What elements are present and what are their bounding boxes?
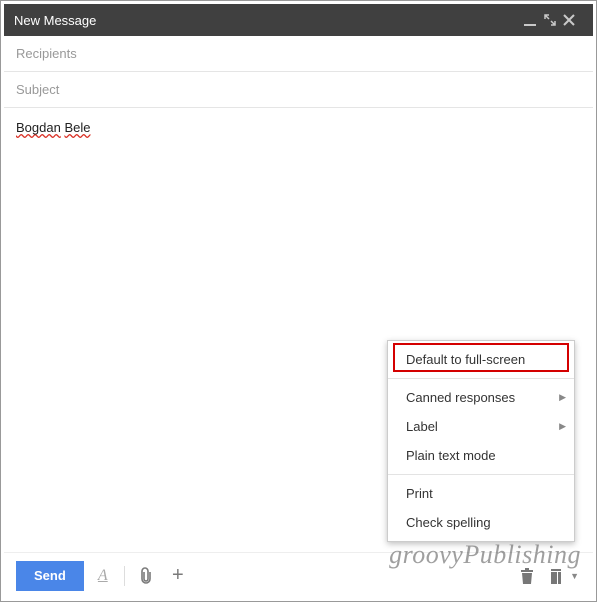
menu-label: Label <box>406 419 556 434</box>
formatting-icon[interactable]: A <box>90 562 116 590</box>
menu-print[interactable]: Print <box>388 479 574 508</box>
insert-icon[interactable]: + <box>165 562 191 590</box>
menu-label-item[interactable]: Label ▶ <box>388 412 574 441</box>
recipients-placeholder: Recipients <box>16 46 77 61</box>
menu-separator <box>388 474 574 475</box>
body-word-1: Bogdan <box>16 120 61 135</box>
menu-default-fullscreen[interactable]: Default to full-screen <box>388 345 574 374</box>
toolbar-separator <box>124 566 125 586</box>
menu-label: Canned responses <box>406 390 556 405</box>
close-icon[interactable] <box>563 14 583 26</box>
compose-frame: New Message Recipients Subject <box>0 0 597 602</box>
more-options-icon[interactable] <box>546 562 566 590</box>
menu-separator <box>388 378 574 379</box>
subject-field[interactable]: Subject <box>4 72 593 108</box>
window-title: New Message <box>14 13 523 28</box>
menu-label: Print <box>406 486 556 501</box>
compose-window: New Message Recipients Subject <box>4 4 593 598</box>
compose-toolbar: Send A + <box>4 552 593 598</box>
menu-label: Plain text mode <box>406 448 556 463</box>
trash-icon[interactable] <box>514 562 540 590</box>
titlebar: New Message <box>4 4 593 36</box>
more-caret-icon[interactable]: ▼ <box>570 571 581 581</box>
submenu-arrow-icon: ▶ <box>559 421 566 432</box>
menu-canned-responses[interactable]: Canned responses ▶ <box>388 383 574 412</box>
subject-placeholder: Subject <box>16 82 59 97</box>
more-options-menu: Default to full-screen Canned responses … <box>387 340 575 542</box>
fullscreen-icon[interactable] <box>543 13 563 27</box>
body-word-2: Bele <box>64 120 90 135</box>
attach-icon[interactable] <box>133 562 159 590</box>
menu-plain-text[interactable]: Plain text mode <box>388 441 574 470</box>
submenu-arrow-icon: ▶ <box>559 392 566 403</box>
recipients-field[interactable]: Recipients <box>4 36 593 72</box>
menu-label: Default to full-screen <box>406 352 556 367</box>
send-button[interactable]: Send <box>16 561 84 591</box>
menu-check-spelling[interactable]: Check spelling <box>388 508 574 537</box>
menu-label: Check spelling <box>406 515 556 530</box>
minimize-icon[interactable] <box>523 13 543 27</box>
